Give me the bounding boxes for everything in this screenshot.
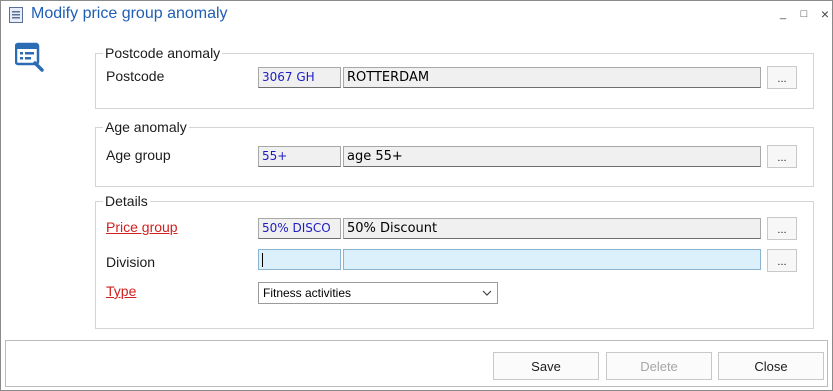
dialog-window: Modify price group anomaly _ □ × Postcod… xyxy=(0,0,833,391)
age-group-description-field: age 55+ xyxy=(343,146,761,167)
maximize-button[interactable]: □ xyxy=(794,4,814,24)
price-group-description-field: 50% Discount xyxy=(343,218,761,239)
postcode-anomaly-legend: Postcode anomaly xyxy=(103,45,223,61)
save-button[interactable]: Save xyxy=(493,352,599,380)
close-window-button[interactable]: × xyxy=(815,4,833,24)
edit-list-icon xyxy=(15,42,44,72)
document-list-icon xyxy=(9,7,23,23)
division-description-field[interactable] xyxy=(343,249,761,270)
division-browse-button[interactable]: ... xyxy=(767,249,797,272)
postcode-description-field: ROTTERDAM xyxy=(343,67,761,88)
age-group-code-field[interactable]: 55+ xyxy=(258,146,341,167)
type-label[interactable]: Type xyxy=(106,283,136,299)
chevron-down-icon xyxy=(482,290,492,296)
title-bar: Modify price group anomaly _ □ × xyxy=(1,1,832,29)
division-code-field[interactable] xyxy=(258,249,341,270)
type-select[interactable]: Fitness activities xyxy=(258,282,498,304)
details-legend: Details xyxy=(103,193,150,209)
age-group-label: Age group xyxy=(106,147,171,163)
close-button[interactable]: Close xyxy=(718,352,824,380)
window-title: Modify price group anomaly xyxy=(31,5,228,22)
price-group-browse-button[interactable]: ... xyxy=(767,217,797,240)
price-group-label[interactable]: Price group xyxy=(106,219,178,235)
postcode-code-field[interactable]: 3067 GH xyxy=(258,67,341,88)
price-group-code-field[interactable]: 50% DISCO xyxy=(258,218,341,239)
age-group-browse-button[interactable]: ... xyxy=(767,145,797,168)
postcode-label: Postcode xyxy=(106,68,165,84)
minimize-button[interactable]: _ xyxy=(773,4,793,24)
text-caret xyxy=(262,252,263,267)
type-selected-value: Fitness activities xyxy=(263,286,352,300)
age-anomaly-legend: Age anomaly xyxy=(103,119,189,135)
delete-button: Delete xyxy=(606,352,712,380)
division-label: Division xyxy=(106,254,156,270)
postcode-browse-button[interactable]: ... xyxy=(767,66,797,89)
